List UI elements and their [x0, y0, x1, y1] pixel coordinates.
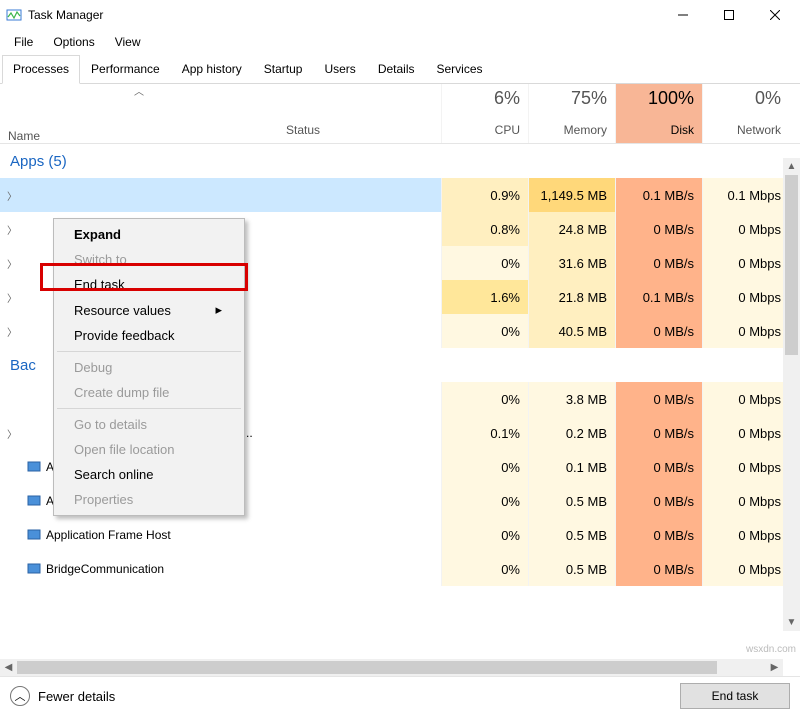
vertical-scrollbar[interactable]: ▲ ▼ — [783, 158, 800, 631]
app-icon — [26, 561, 42, 577]
watermark: wsxdn.com — [746, 644, 796, 655]
app-icon — [22, 425, 38, 441]
scroll-right-icon[interactable]: ▶ — [766, 659, 783, 676]
menu-file[interactable]: File — [6, 32, 41, 52]
statusbar: ︿ Fewer details End task — [0, 676, 800, 715]
tab-users[interactable]: Users — [313, 55, 366, 84]
app-icon — [26, 459, 42, 475]
tab-processes[interactable]: Processes — [2, 55, 80, 84]
table-row[interactable]: 〉 0.9% 1,149.5 MB 0.1 MB/s 0.1 Mbps — [0, 178, 800, 212]
app-icon — [26, 391, 42, 407]
app-icon — [22, 221, 38, 237]
expand-chevron-icon[interactable]: 〉 — [6, 222, 18, 237]
ctx-open-file-location: Open file location — [56, 437, 242, 462]
minimize-button[interactable] — [660, 0, 706, 30]
expand-chevron-icon[interactable]: 〉 — [6, 256, 18, 271]
ctx-expand[interactable]: Expand — [56, 222, 242, 247]
horizontal-scrollbar[interactable]: ◀ ▶ — [0, 659, 783, 676]
ctx-resource-values[interactable]: Resource values▸ — [56, 297, 242, 323]
column-header-network[interactable]: 0% Network — [702, 84, 789, 143]
titlebar: Task Manager — [0, 0, 800, 30]
app-icon — [22, 187, 38, 203]
app-icon — [26, 493, 42, 509]
tab-services[interactable]: Services — [426, 55, 494, 84]
chevron-up-icon: ︿ — [10, 686, 30, 706]
column-header-disk[interactable]: 100% Disk — [615, 84, 702, 143]
scroll-left-icon[interactable]: ◀ — [0, 659, 17, 676]
fewer-details-toggle[interactable]: ︿ Fewer details — [10, 686, 115, 706]
table-row[interactable]: BridgeCommunication 0% 0.5 MB 0 MB/s 0 M… — [0, 552, 800, 586]
ctx-properties: Properties — [56, 487, 242, 512]
column-header-name[interactable]: ︿ Name — [0, 84, 278, 143]
group-apps[interactable]: Apps (5) — [0, 144, 800, 178]
menu-view[interactable]: View — [107, 32, 149, 52]
expand-chevron-icon[interactable]: 〉 — [6, 188, 18, 203]
expand-chevron-icon[interactable]: 〉 — [6, 290, 18, 305]
scroll-thumb[interactable] — [785, 175, 798, 355]
context-menu: Expand Switch to End task Resource value… — [53, 218, 245, 516]
column-header-status[interactable]: Status — [278, 84, 441, 143]
scroll-down-icon[interactable]: ▼ — [783, 614, 800, 631]
column-header-cpu[interactable]: 6% CPU — [441, 84, 528, 143]
menubar: File Options View — [0, 30, 800, 54]
ctx-end-task[interactable]: End task — [56, 272, 242, 297]
tab-apphistory[interactable]: App history — [171, 55, 253, 84]
ctx-search-online[interactable]: Search online — [56, 462, 242, 487]
tab-startup[interactable]: Startup — [253, 55, 314, 84]
scroll-up-icon[interactable]: ▲ — [783, 158, 800, 175]
taskmgr-app-icon — [6, 7, 22, 23]
row-name: BridgeCommunication — [46, 562, 164, 576]
scroll-thumb[interactable] — [17, 661, 717, 674]
ctx-separator — [57, 351, 241, 352]
end-task-button[interactable]: End task — [680, 683, 790, 709]
sort-indicator-icon: ︿ — [134, 83, 144, 98]
app-icon — [26, 527, 42, 543]
expand-chevron-icon[interactable]: 〉 — [6, 324, 18, 339]
maximize-button[interactable] — [706, 0, 752, 30]
column-header-memory[interactable]: 75% Memory — [528, 84, 615, 143]
row-name: Application Frame Host — [46, 528, 171, 542]
tab-details[interactable]: Details — [367, 55, 426, 84]
menu-options[interactable]: Options — [45, 32, 102, 52]
ctx-debug: Debug — [56, 355, 242, 380]
close-button[interactable] — [752, 0, 798, 30]
table-row[interactable]: Application Frame Host 0% 0.5 MB 0 MB/s … — [0, 518, 800, 552]
ctx-switch-to: Switch to — [56, 247, 242, 272]
column-header-row: ︿ Name Status 6% CPU 75% Memory 100% Dis… — [0, 84, 800, 144]
tab-performance[interactable]: Performance — [80, 55, 171, 84]
submenu-arrow-icon: ▸ — [215, 302, 222, 318]
tabstrip: Processes Performance App history Startu… — [0, 54, 800, 84]
ctx-go-to-details: Go to details — [56, 412, 242, 437]
expand-chevron-icon[interactable]: 〉 — [6, 426, 18, 441]
ctx-provide-feedback[interactable]: Provide feedback — [56, 323, 242, 348]
window-title: Task Manager — [28, 8, 660, 22]
ctx-create-dump: Create dump file — [56, 380, 242, 405]
ctx-separator — [57, 408, 241, 409]
